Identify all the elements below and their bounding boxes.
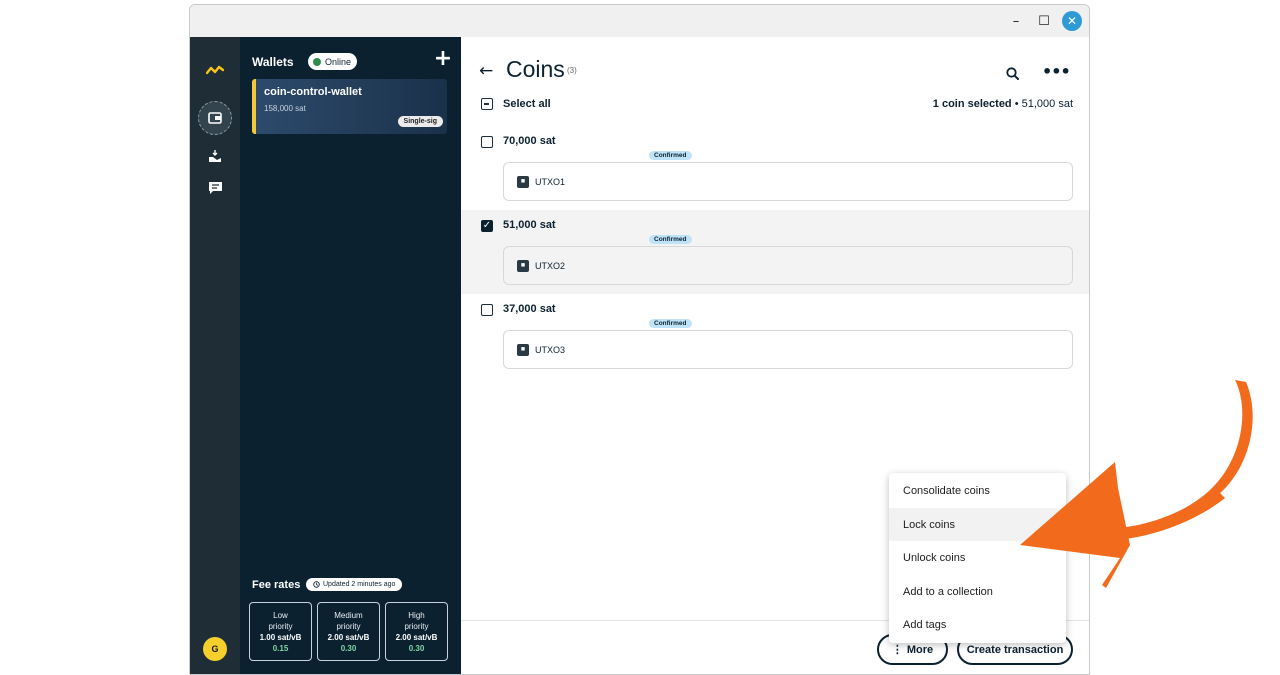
status-badge: Confirmed [649, 235, 692, 244]
search-button[interactable] [1001, 62, 1025, 86]
fee-updated-label: Updated 2 minutes ago [323, 581, 396, 588]
utxo-label: UTXO1 [535, 177, 566, 187]
kebab-icon: ⋮ [891, 644, 903, 656]
fee-priority-label: High [408, 611, 425, 620]
add-wallet-button[interactable]: + [433, 48, 453, 71]
fee-fiat-value: 0.30 [340, 644, 357, 653]
chat-icon [208, 182, 222, 194]
wallet-card[interactable]: coin-control-wallet 158,000 sat Single-s… [252, 79, 447, 134]
wallet-name: coin-control-wallet [264, 86, 362, 98]
fee-rate-value: 2.00 sat/vB [327, 633, 370, 642]
coin-row[interactable]: 70,000 sat Confirmed ■ UTXO1 [461, 126, 1089, 210]
utxo-label: UTXO3 [535, 345, 566, 355]
minimize-button[interactable]: – [1002, 5, 1030, 37]
wallet-sidebar: Wallets Online + coin-control-wallet 158… [240, 37, 461, 674]
coin-checkbox[interactable] [481, 304, 493, 316]
fee-priority-label: Medium [334, 611, 363, 620]
utxo-card[interactable]: ■ UTXO1 [503, 162, 1073, 201]
fee-fiat-value: 0.30 [408, 644, 425, 653]
coin-amount: 37,000 sat [503, 303, 556, 315]
online-status-badge: Online [308, 53, 358, 70]
utxo-icon: ■ [517, 260, 529, 272]
coin-checkbox[interactable]: ✓ [481, 220, 493, 232]
wallets-heading: Wallets [252, 55, 294, 69]
utxo-card[interactable]: ■ UTXO2 [503, 246, 1073, 285]
avatar[interactable]: G [203, 637, 227, 661]
coin-amount: 70,000 sat [503, 135, 556, 147]
chat-nav-button[interactable] [190, 173, 240, 203]
utxo-icon: ■ [517, 344, 529, 356]
clock-icon [313, 581, 320, 588]
coin-amount: 51,000 sat [503, 219, 556, 231]
fee-box-high[interactable]: High priority 2.00 sat/vB 0.30 [385, 602, 448, 661]
fee-box-medium[interactable]: Medium priority 2.00 sat/vB 0.30 [317, 602, 380, 661]
coin-checkbox[interactable] [481, 136, 493, 148]
close-button[interactable]: ✕ [1062, 11, 1082, 31]
maximize-button[interactable]: ☐ [1030, 5, 1058, 37]
sparrow-logo-icon[interactable] [190, 55, 240, 85]
overflow-menu-icon[interactable]: ••• [1042, 62, 1071, 81]
select-all-checkbox[interactable] [481, 98, 493, 110]
page-title: Coins [506, 56, 565, 82]
menu-item-add-tags[interactable]: Add tags [889, 608, 1066, 641]
fee-rate-value: 2.00 sat/vB [395, 633, 438, 642]
utxo-label: UTXO2 [535, 261, 566, 271]
online-dot-icon [313, 57, 321, 66]
coin-count: (3) [567, 66, 577, 75]
coin-row[interactable]: ✓ 51,000 sat Confirmed ■ UTXO2 [461, 210, 1089, 294]
selection-total: • 51,000 sat [1011, 98, 1073, 110]
nav-rail: G [190, 37, 240, 674]
send-receive-icon [209, 150, 221, 162]
send-receive-nav-button[interactable] [190, 141, 240, 171]
utxo-card[interactable]: ■ UTXO3 [503, 330, 1073, 369]
back-arrow-icon[interactable]: ← [479, 61, 493, 81]
fee-rates-heading: Fee rates [252, 579, 301, 591]
title-bar: – ☐ ✕ [190, 5, 1089, 37]
selection-count: 1 coin selected [932, 98, 1012, 110]
fee-rate-value: 1.00 sat/vB [259, 633, 302, 642]
status-badge: Confirmed [649, 151, 692, 160]
status-badge: Confirmed [649, 319, 692, 328]
more-button-label: More [906, 643, 934, 656]
fee-priority-label: Low [273, 611, 288, 620]
annotation-arrow-icon [1020, 380, 1253, 588]
fee-priority-label: priority [336, 622, 361, 631]
wallet-nav-button[interactable] [190, 101, 240, 135]
fee-priority-label: priority [268, 622, 293, 631]
fee-fiat-value: 0.15 [272, 644, 289, 653]
wallet-icon [198, 101, 232, 135]
fee-updated-badge: Updated 2 minutes ago [306, 578, 403, 591]
wallet-balance: 158,000 sat [264, 104, 306, 113]
wallet-type-badge: Single-sig [397, 116, 443, 127]
utxo-icon: ■ [517, 176, 529, 188]
fee-priority-label: priority [404, 622, 429, 631]
selection-summary: 1 coin selected • 51,000 sat [933, 98, 1073, 110]
coin-row[interactable]: 37,000 sat Confirmed ■ UTXO3 [461, 294, 1089, 378]
fee-box-low[interactable]: Low priority 1.00 sat/vB 0.15 [249, 602, 312, 661]
select-all-label[interactable]: Select all [503, 98, 551, 110]
online-status-label: Online [325, 56, 352, 67]
search-icon [1006, 67, 1019, 80]
